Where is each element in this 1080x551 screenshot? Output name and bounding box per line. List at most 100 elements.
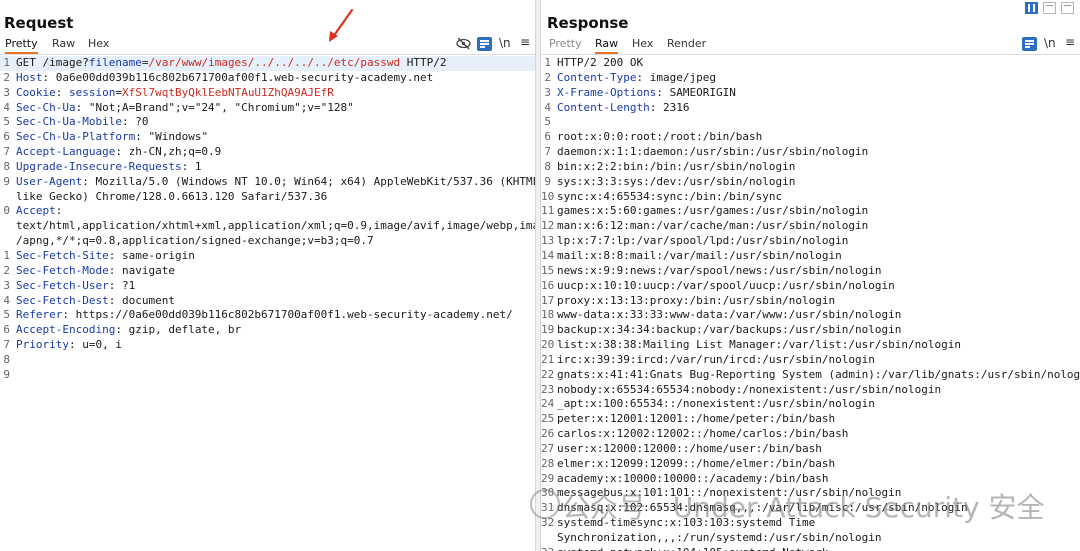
tab-raw[interactable]: Raw <box>52 37 75 52</box>
code-line[interactable]: 22 gnats:x:41:41:Gnats Bug-Reporting Syst… <box>541 368 1080 383</box>
line-number <box>0 234 10 249</box>
line-content: Synchronization,,,:/run/systemd:/usr/sbi… <box>557 531 882 546</box>
request-editor[interactable]: 1 GET /image?filename=/var/www/images/../… <box>0 56 535 551</box>
code-line[interactable]: 9 <box>0 368 535 383</box>
code-line[interactable]: 33systemd-network:x:104:105:systemd Netw… <box>541 546 1080 551</box>
code-line[interactable]: 6 Sec-Ch-Ua-Platform: "Windows" <box>0 130 535 145</box>
code-line[interactable]: 23 nobody:x:65534:65534:nobody:/nonexiste… <box>541 383 1080 398</box>
code-line[interactable]: 3 Cookie: session=XfSl7wqtByQklEebNTAuU1Z… <box>0 86 535 101</box>
text-segment: user:x:12000:12000::/home/user:/bin/bash <box>557 441 822 455</box>
code-line[interactable]: 12 man:x:6:12:man:/var/cache/man:/usr/sbi… <box>541 219 1080 234</box>
eye-off-icon[interactable] <box>456 37 471 50</box>
code-line[interactable]: 16 uucp:x:10:10:uucp:/var/spool/uucp:/usr… <box>541 279 1080 294</box>
code-line[interactable]: 17 proxy:x:13:13:proxy:/bin:/usr/sbin/nol… <box>541 294 1080 309</box>
code-line[interactable]: 8 <box>0 353 535 368</box>
line-number: 22 <box>541 367 555 381</box>
code-line[interactable]: 14 mail:x:8:8:mail:/var/mail:/usr/sbin/no… <box>541 249 1080 264</box>
tab-hex[interactable]: Hex <box>88 37 109 52</box>
header-name: Sec-Ch-Ua-Platform <box>16 130 136 144</box>
code-line[interactable]: 15 news:x:9:9:news:/var/spool/news:/usr/s… <box>541 264 1080 279</box>
code-line[interactable]: 20 list:x:38:38:Mailing List Manager:/var… <box>541 338 1080 353</box>
code-line[interactable]: text/html,application/xhtml+xml,applicat… <box>0 219 535 234</box>
code-line[interactable]: 25 peter:x:12001:12001::/home/peter:/bin/… <box>541 412 1080 427</box>
tab-pretty[interactable]: Pretty <box>549 37 582 52</box>
tab-raw[interactable]: Raw <box>595 37 619 54</box>
line-content: academy:x:10000:10000::/academy:/bin/bas… <box>557 472 829 487</box>
code-line[interactable]: /apng,*/*;q=0.8,application/signed-excha… <box>0 234 535 249</box>
code-line[interactable]: 28 elmer:x:12099:12099::/home/elmer:/bin/… <box>541 457 1080 472</box>
code-line[interactable]: 19 backup:x:34:34:backup:/var/backups:/us… <box>541 323 1080 338</box>
menu-icon[interactable]: ≡ <box>1065 35 1075 49</box>
text-segment: list:x:38:38:Mailing List Manager:/var/l… <box>557 338 961 352</box>
code-line[interactable]: 1 HTTP/2 200 OK <box>541 56 1080 71</box>
code-line[interactable]: 5 <box>541 115 1080 130</box>
text-segment: : ?0 <box>121 115 149 129</box>
code-line[interactable]: 18 www-data:x:33:33:www-data:/var/www:/us… <box>541 308 1080 323</box>
code-line[interactable]: 11 games:x:5:60:games:/usr/games:/usr/sbi… <box>541 204 1080 219</box>
code-line[interactable]: 4 Content-Length: 2316 <box>541 101 1080 116</box>
code-line[interactable]: like Gecko) Chrome/128.0.6613.120 Safari… <box>0 190 535 205</box>
code-line[interactable]: 6 root:x:0:0:root:/root:/bin/bash <box>541 130 1080 145</box>
text-segment: backup:x:34:34:backup:/var/backups:/usr/… <box>557 323 902 337</box>
code-line[interactable]: 8 bin:x:2:2:bin:/bin:/usr/sbin/nologin <box>541 160 1080 175</box>
text-segment: _apt:x:100:65534::/nonexistent:/usr/sbin… <box>557 397 875 411</box>
code-line[interactable]: 5 Sec-Ch-Ua-Mobile: ?0 <box>0 115 535 130</box>
code-line[interactable]: 3 Sec-Fetch-User: ?1 <box>0 279 535 294</box>
menu-icon[interactable]: ≡ <box>520 35 530 49</box>
code-line[interactable]: 27 user:x:12000:12000::/home/user:/bin/ba… <box>541 442 1080 457</box>
line-number <box>0 190 10 205</box>
line-content: Sec-Ch-Ua-Mobile: ?0 <box>16 115 148 130</box>
newline-icon[interactable]: \n <box>1044 36 1056 50</box>
line-number: 24 <box>541 397 555 411</box>
text-segment: : image/jpeg <box>636 70 716 84</box>
code-line[interactable]: 3 X-Frame-Options: SAMEORIGIN <box>541 86 1080 101</box>
line-content: GET /image?filename=/var/www/images/../.… <box>16 56 447 71</box>
newline-icon[interactable]: \n <box>499 36 511 50</box>
code-line[interactable]: 8 Upgrade-Insecure-Requests: 1 <box>0 160 535 175</box>
code-line[interactable]: 4 Sec-Fetch-Dest: document <box>0 294 535 309</box>
code-line[interactable]: 24 _apt:x:100:65534::/nonexistent:/usr/sb… <box>541 397 1080 412</box>
wrap-icon[interactable] <box>1022 37 1037 51</box>
text-segment: lp:x:7:7:lp:/var/spool/lpd:/usr/sbin/nol… <box>557 234 849 248</box>
code-line[interactable]: 1 GET /image?filename=/var/www/images/../… <box>0 56 535 71</box>
header-name: Sec-Fetch-Mode <box>16 263 109 277</box>
line-number: 13 <box>541 234 555 248</box>
code-line[interactable]: 4 Sec-Ch-Ua: "Not;A=Brand";v="24", "Chrom… <box>0 101 535 116</box>
code-line[interactable]: 2 Host: 0a6e00dd039b116c802b671700af00f1.… <box>0 71 535 86</box>
response-title: Response <box>547 14 629 32</box>
code-line[interactable]: 26 carlos:x:12002:12002::/home/carlos:/bi… <box>541 427 1080 442</box>
tab-hex[interactable]: Hex <box>632 37 653 52</box>
code-line[interactable]: 2 Sec-Fetch-Mode: navigate <box>0 264 535 279</box>
code-line[interactable]: 21 irc:x:39:39:ircd:/var/run/ircd:/usr/sb… <box>541 353 1080 368</box>
split-horizontal-icon[interactable] <box>1025 2 1038 14</box>
code-line[interactable]: 9 User-Agent: Mozilla/5.0 (Windows NT 10.… <box>0 175 535 190</box>
code-line[interactable]: 5 Referer: https://0a6e00dd039b116c802b67… <box>0 308 535 323</box>
code-line[interactable]: 29 academy:x:10000:10000::/academy:/bin/b… <box>541 472 1080 487</box>
code-line[interactable]: 7 daemon:x:1:1:daemon:/usr/sbin:/usr/sbin… <box>541 145 1080 160</box>
tab-pretty[interactable]: Pretty <box>5 37 38 54</box>
code-line[interactable]: 6 Accept-Encoding: gzip, deflate, br <box>0 323 535 338</box>
code-line[interactable]: 10 sync:x:4:65534:sync:/bin:/bin/sync <box>541 190 1080 205</box>
header-name: Referer <box>16 308 63 322</box>
code-line[interactable]: Synchronization,,,:/run/systemd:/usr/sbi… <box>541 531 1080 546</box>
code-line[interactable]: 7 Priority: u=0, i <box>0 338 535 353</box>
line-number: 8 <box>544 159 551 173</box>
split-vertical-icon[interactable] <box>1043 2 1056 14</box>
wrap-icon[interactable] <box>477 37 492 51</box>
header-name: Content-Length <box>557 100 650 114</box>
tabs-layout-icon[interactable] <box>1061 2 1074 14</box>
line-content: Priority: u=0, i <box>16 338 122 353</box>
line-content: elmer:x:12099:12099::/home/elmer:/bin/ba… <box>557 457 835 472</box>
gutter <box>551 115 557 130</box>
code-line[interactable]: 7 Accept-Language: zh-CN,zh;q=0.9 <box>0 145 535 160</box>
text-segment: proxy:x:13:13:proxy:/bin:/usr/sbin/nolog… <box>557 293 836 307</box>
response-editor[interactable]: 1 HTTP/2 200 OK 2 Content-Type: image/jpeg 3… <box>541 56 1080 551</box>
line-content: Sec-Fetch-User: ?1 <box>16 279 135 294</box>
code-line[interactable]: 1 Sec-Fetch-Site: same-origin <box>0 249 535 264</box>
tab-render[interactable]: Render <box>667 37 706 52</box>
header-name: Priority <box>16 338 69 352</box>
code-line[interactable]: 13 lp:x:7:7:lp:/var/spool/lpd:/usr/sbin/n… <box>541 234 1080 249</box>
code-line[interactable]: 9 sys:x:3:3:sys:/dev:/usr/sbin/nologin <box>541 175 1080 190</box>
code-line[interactable]: 0 Accept: <box>0 204 535 219</box>
code-line[interactable]: 2 Content-Type: image/jpeg <box>541 71 1080 86</box>
